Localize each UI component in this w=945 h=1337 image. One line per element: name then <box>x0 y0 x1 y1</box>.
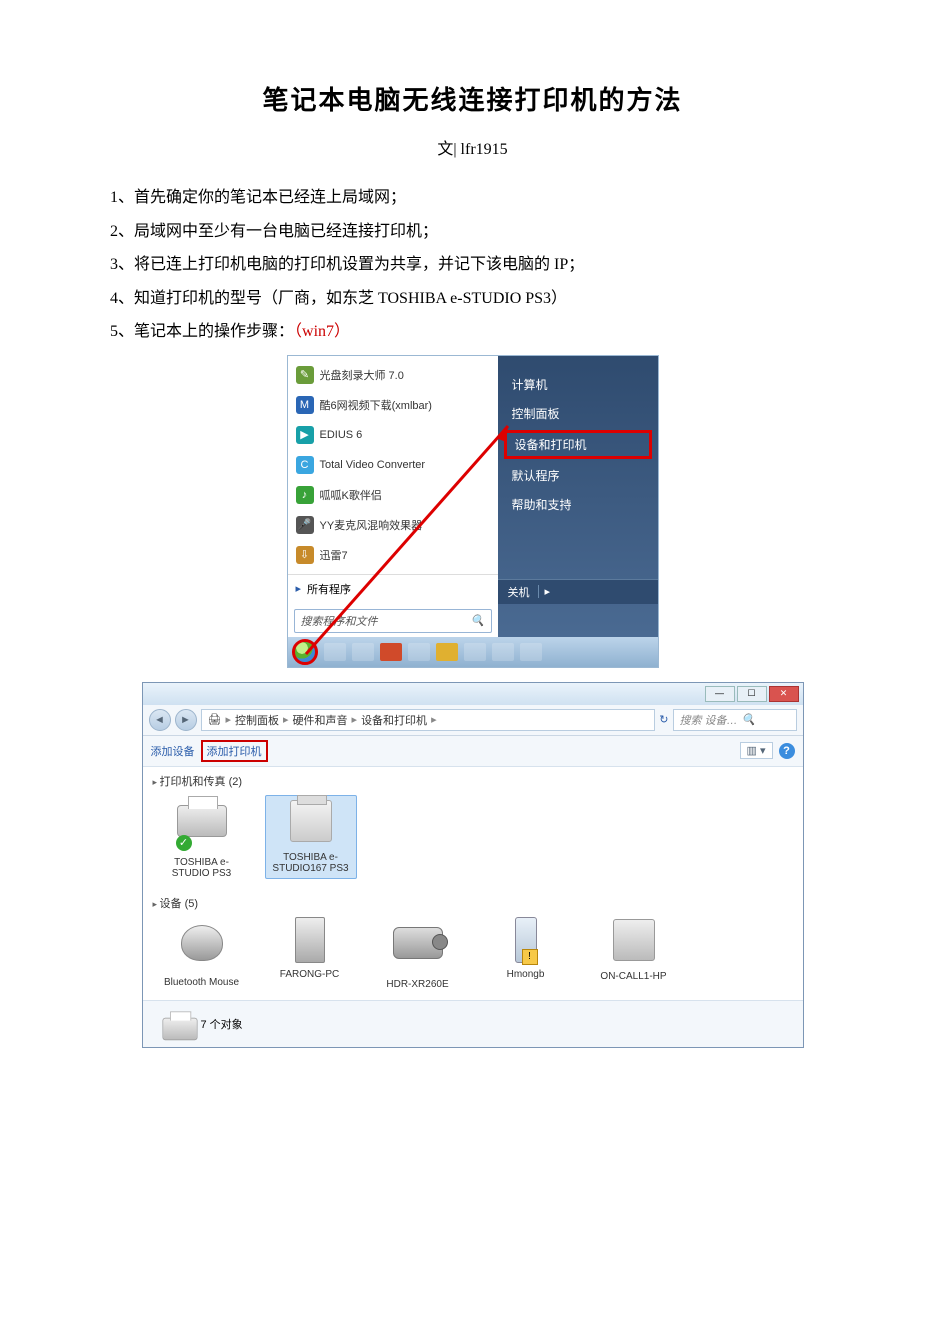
right-item-help[interactable]: 帮助和支持 <box>498 490 658 519</box>
taskbar <box>288 637 658 667</box>
step-5-note: （win7） <box>294 323 350 340</box>
device-item[interactable]: HDR-XR260E <box>373 917 463 990</box>
start-menu-item[interactable]: ✎光盘刻录大师 7.0 <box>288 360 498 390</box>
default-check-icon: ✓ <box>176 835 192 851</box>
app-icon: ♪ <box>296 486 314 504</box>
right-item-default-programs[interactable]: 默认程序 <box>498 461 658 490</box>
taskbar-icon[interactable] <box>352 643 374 661</box>
app-icon: ✎ <box>296 366 314 384</box>
doc-title: 笔记本电脑无线连接打印机的方法 <box>110 80 835 117</box>
all-programs-button[interactable]: ▸ 所有程序 <box>288 574 498 603</box>
start-search-input[interactable]: 搜索程序和文件 🔍 <box>294 609 492 633</box>
section-devices-header[interactable]: 设备 (5) <box>143 889 803 913</box>
printer-item[interactable]: TOSHIBA e-STUDIO167 PS3 <box>265 795 357 879</box>
add-printer-button[interactable]: 添加打印机 <box>201 740 268 762</box>
section-printers-header[interactable]: 打印机和传真 (2) <box>143 767 803 791</box>
window-titlebar: — ☐ ✕ <box>143 683 803 705</box>
right-item-devices-printers[interactable]: 设备和打印机 <box>504 430 652 459</box>
screenshot-start-menu: ✎光盘刻录大师 7.0 M酷6网视频下载(xmlbar) ▶EDIUS 6 CT… <box>287 355 659 668</box>
start-menu-item[interactable]: M酷6网视频下载(xmlbar) <box>288 390 498 420</box>
steps-list: 1、首先确定你的笔记本已经连上局域网； 2、局域网中至少有一台电脑已经连接打印机… <box>110 181 835 349</box>
add-device-button[interactable]: 添加设备 <box>151 743 195 759</box>
taskbar-icon[interactable] <box>380 643 402 661</box>
taskbar-icon[interactable] <box>436 643 458 661</box>
step-3: 3、将已连上打印机电脑的打印机设置为共享，并记下该电脑的 IP； <box>110 248 835 282</box>
status-count: 7 个对象 <box>201 1016 243 1032</box>
start-menu-left-pane: ✎光盘刻录大师 7.0 M酷6网视频下载(xmlbar) ▶EDIUS 6 CT… <box>288 356 498 637</box>
app-icon: C <box>296 456 314 474</box>
shutdown-button[interactable]: 关机 <box>508 584 530 600</box>
app-icon: ⇩ <box>296 546 314 564</box>
close-button[interactable]: ✕ <box>769 686 799 702</box>
start-menu-item[interactable]: 🎤YY麦克风混响效果器 <box>288 510 498 540</box>
maximize-button[interactable]: ☐ <box>737 686 767 702</box>
device-item[interactable]: ! Hmongb <box>481 917 571 990</box>
printer-item[interactable]: ✓ TOSHIBA e-STUDIO PS3 <box>157 795 247 879</box>
taskbar-icon[interactable] <box>492 643 514 661</box>
start-menu-item[interactable]: ⇩迅雷7 <box>288 540 498 570</box>
nav-back-button[interactable]: ◄ <box>149 709 171 731</box>
taskbar-icon[interactable] <box>520 643 542 661</box>
status-icon <box>155 1009 191 1039</box>
shutdown-menu-icon[interactable]: ▸ <box>538 585 551 598</box>
taskbar-icon[interactable] <box>324 643 346 661</box>
step-4: 4、知道打印机的型号（厂商，如东芝 TOSHIBA e-STUDIO PS3） <box>110 282 835 316</box>
help-icon[interactable]: ? <box>779 743 795 759</box>
start-menu-item[interactable]: ▶EDIUS 6 <box>288 420 498 450</box>
arrow-right-icon: ▸ <box>296 582 302 595</box>
taskbar-icon[interactable] <box>408 643 430 661</box>
minimize-button[interactable]: — <box>705 686 735 702</box>
step-1: 1、首先确定你的笔记本已经连上局域网； <box>110 181 835 215</box>
search-input[interactable]: 搜索 设备… 🔍 <box>673 709 797 731</box>
search-icon: 🔍 <box>742 713 756 726</box>
warning-icon: ! <box>522 949 538 965</box>
refresh-icon[interactable]: ↻ <box>659 713 668 726</box>
app-icon: M <box>296 396 314 414</box>
folder-icon: 🖨 <box>208 713 222 726</box>
doc-author: 文| lfr1915 <box>110 135 835 159</box>
breadcrumb[interactable]: 🖨 ▸ 控制面板▸ 硬件和声音▸ 设备和打印机▸ <box>201 709 656 731</box>
device-item[interactable]: FARONG-PC <box>265 917 355 990</box>
start-menu-item[interactable]: ♪呱呱K歌伴侣 <box>288 480 498 510</box>
device-item[interactable]: Bluetooth Mouse <box>157 917 247 990</box>
step-5: 5、笔记本上的操作步骤：（win7） <box>110 315 835 349</box>
right-item-computer[interactable]: 计算机 <box>498 370 658 399</box>
nav-forward-button[interactable]: ► <box>175 709 197 731</box>
right-item-control-panel[interactable]: 控制面板 <box>498 399 658 428</box>
app-icon: ▶ <box>296 426 314 444</box>
start-menu-right-pane: 计算机 控制面板 设备和打印机 默认程序 帮助和支持 关机 ▸ <box>498 356 658 637</box>
device-item[interactable]: ON-CALL1-HP <box>589 917 679 990</box>
view-options-button[interactable]: ▥ ▾ <box>740 742 773 759</box>
search-icon: 🔍 <box>471 614 485 627</box>
start-orb[interactable] <box>292 639 318 665</box>
start-menu-item[interactable]: CTotal Video Converter <box>288 450 498 480</box>
screenshot-devices-window: — ☐ ✕ ◄ ► 🖨 ▸ 控制面板▸ 硬件和声音▸ 设备和打印机▸ ↻ 搜索 … <box>142 682 804 1048</box>
taskbar-icon[interactable] <box>464 643 486 661</box>
app-icon: 🎤 <box>296 516 314 534</box>
step-2: 2、局域网中至少有一台电脑已经连接打印机； <box>110 215 835 249</box>
status-bar: 7 个对象 <box>143 1000 803 1047</box>
